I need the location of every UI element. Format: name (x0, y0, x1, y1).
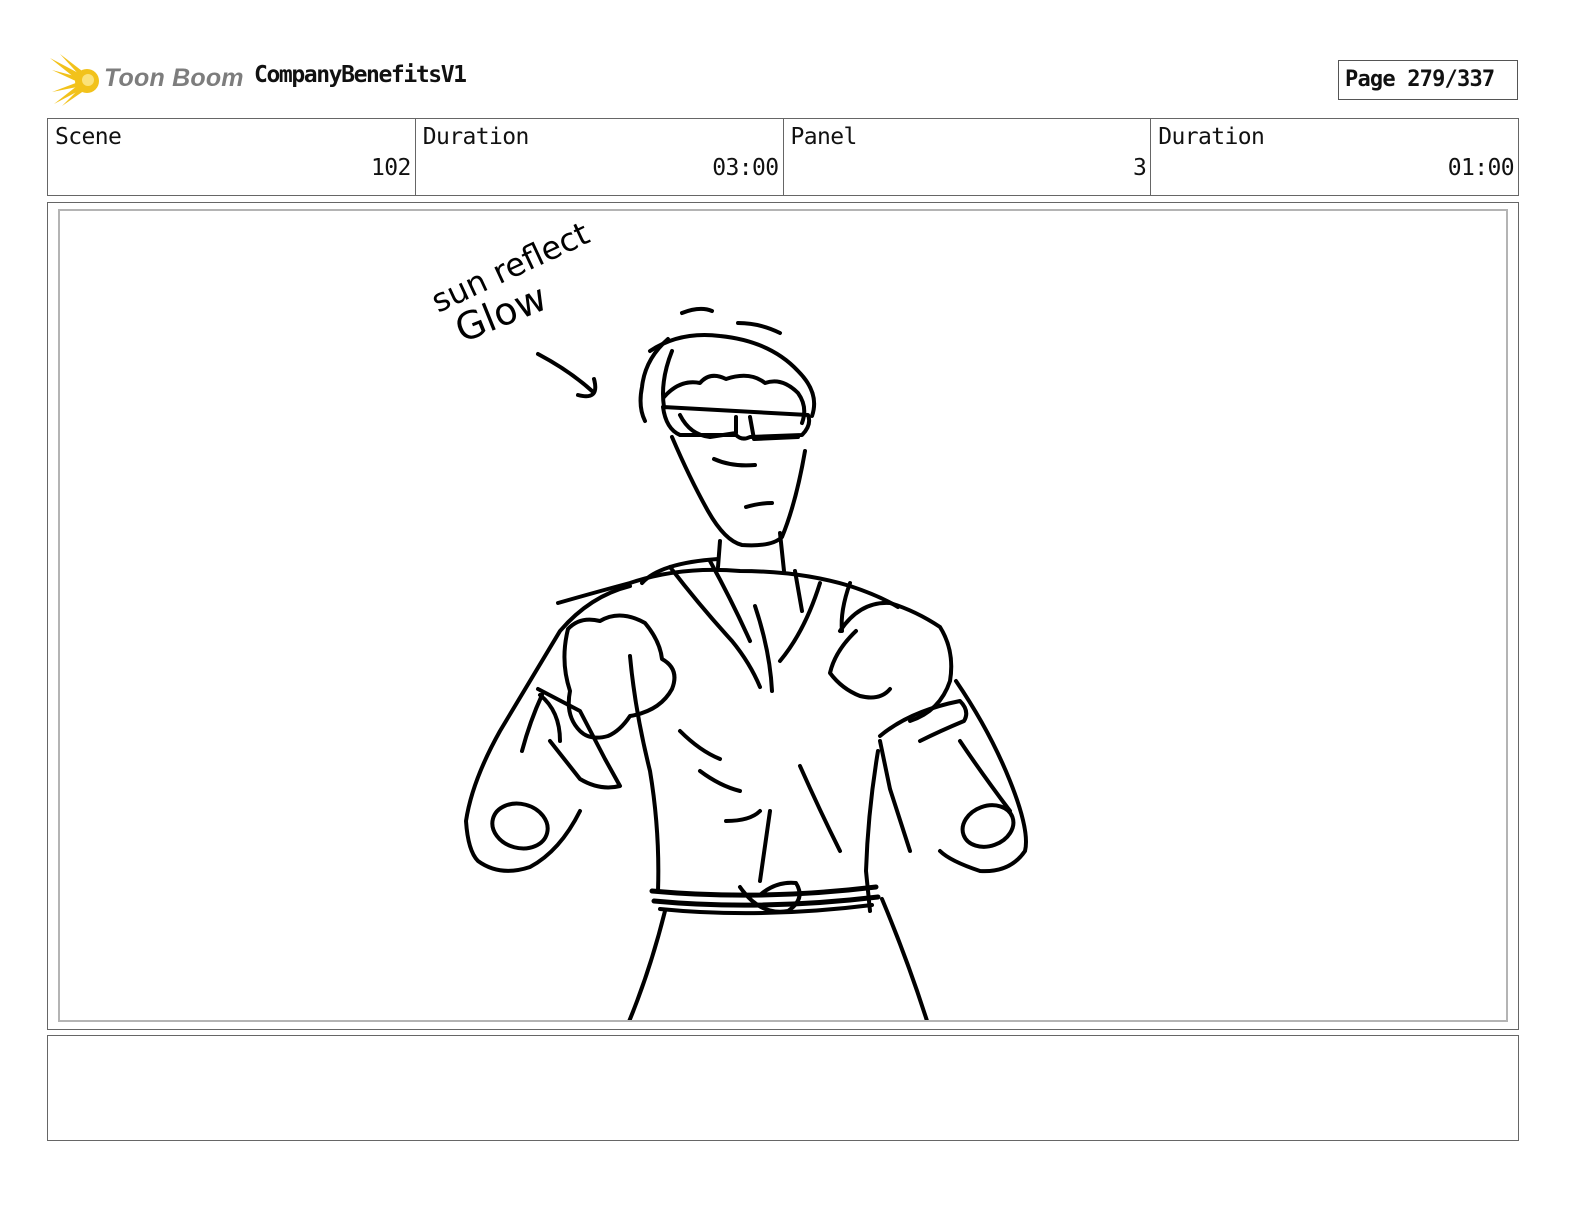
page-indicator: Page 279/337 (1338, 60, 1518, 100)
starburst-icon (50, 54, 99, 106)
scene-value: 102 (371, 155, 411, 181)
panel-duration-cell: Duration 01:00 (1151, 119, 1518, 195)
panel-label: Panel (790, 124, 858, 150)
toon-boom-logo: Toon Boom (50, 54, 244, 106)
panel-cell: Panel 3 (784, 119, 1152, 195)
project-title: CompanyBenefitsV1 (254, 62, 467, 88)
panel-duration-label: Duration (1158, 124, 1265, 150)
scene-cell: Scene 102 (48, 119, 416, 195)
annotation-arrow-shaft (536, 352, 594, 393)
notes-box (47, 1035, 1519, 1141)
panel-duration-value: 01:00 (1447, 155, 1515, 181)
logo-text: Toon Boom (104, 64, 244, 92)
character-sketch: sun reflect Glow (425, 214, 1028, 1020)
scene-label: Scene (55, 124, 122, 150)
scene-info-row: Scene 102 Duration 03:00 Panel 3 Duratio… (47, 118, 1519, 196)
scene-duration-cell: Duration 03:00 (416, 119, 784, 195)
storyboard-panel: sun reflect Glow (58, 209, 1508, 1022)
scene-duration-label: Duration (422, 124, 530, 150)
panel-value: 3 (1133, 155, 1147, 181)
scene-duration-value: 03:00 (712, 155, 779, 181)
